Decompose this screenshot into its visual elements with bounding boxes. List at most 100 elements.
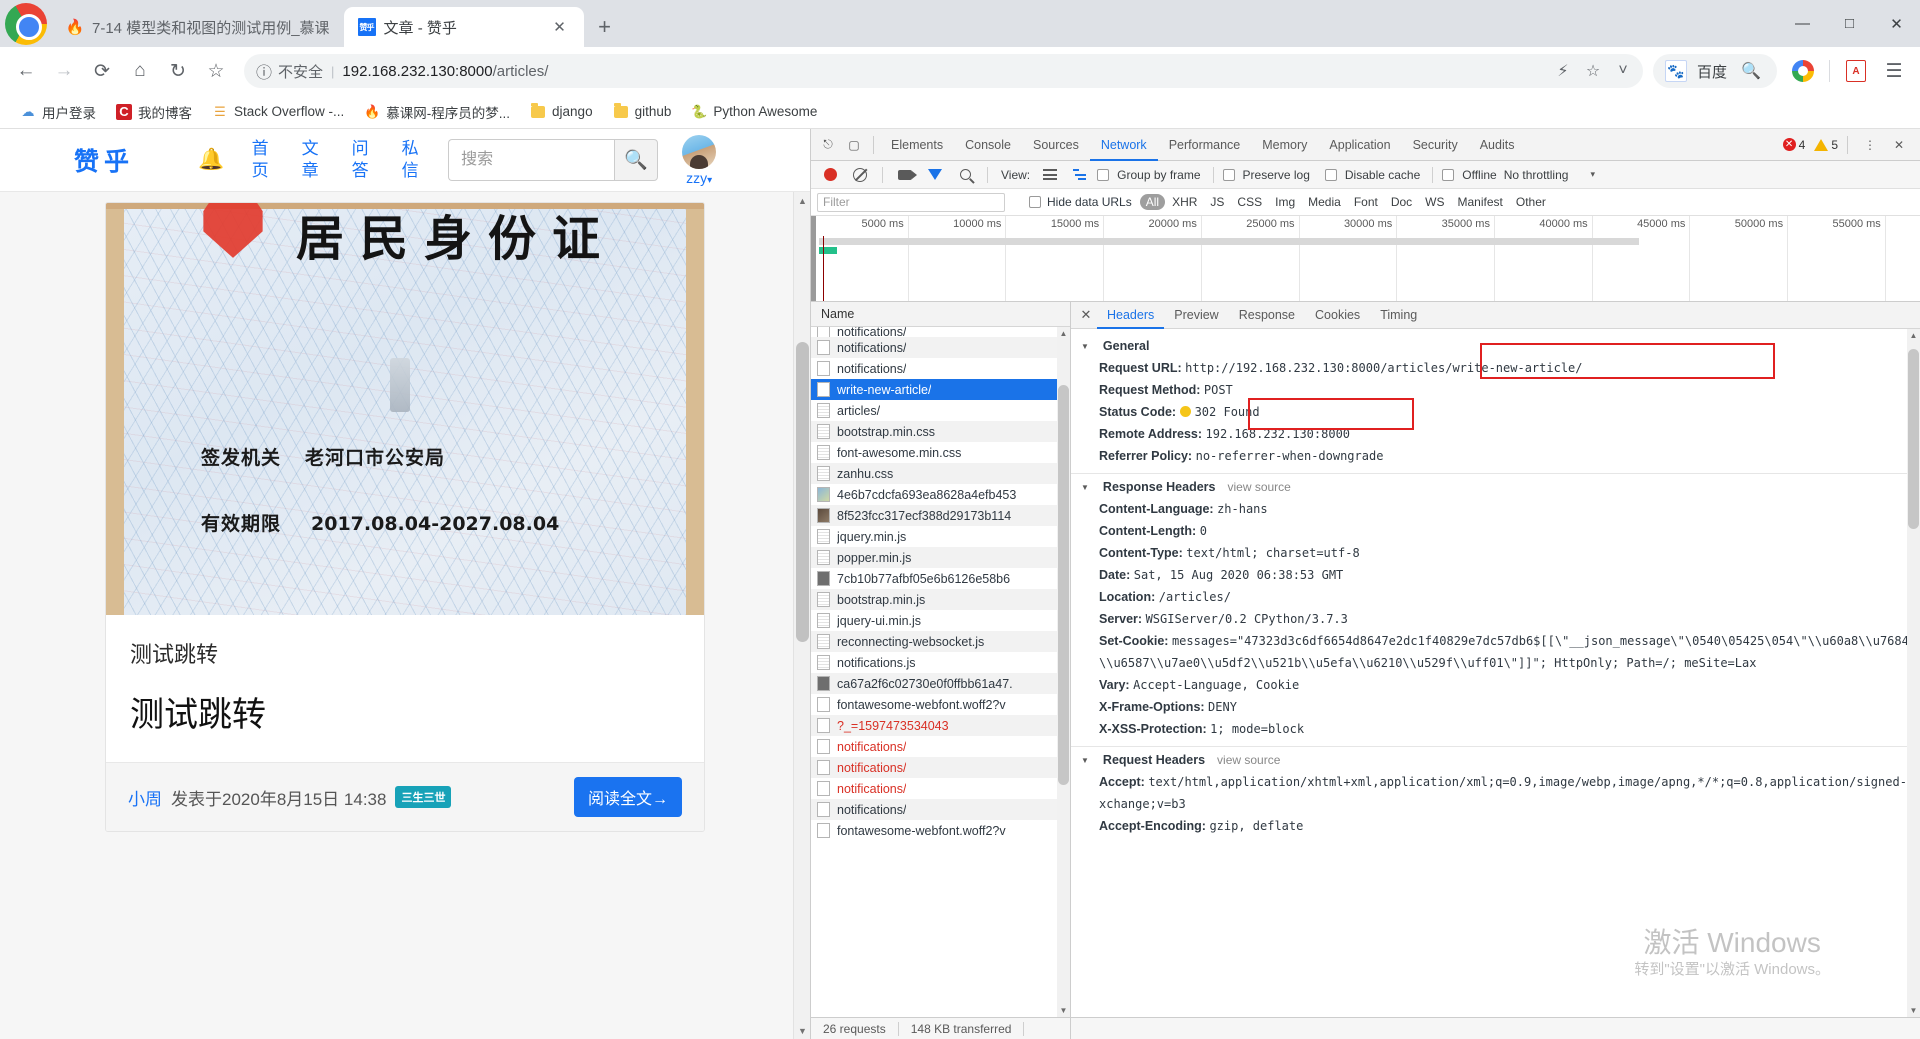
filter-type-ws[interactable]: WS <box>1419 194 1450 210</box>
request-headers-title[interactable]: ▼ Request Headers view source <box>1081 753 1920 767</box>
filter-type-css[interactable]: CSS <box>1231 194 1268 210</box>
request-list-body[interactable]: notifications/notifications/notification… <box>811 327 1070 1017</box>
profile-ring-icon[interactable] <box>1785 53 1821 89</box>
hide-data-urls-checkbox[interactable] <box>1029 196 1041 208</box>
read-more-button[interactable]: 阅读全文→ <box>573 777 682 817</box>
tab-sources[interactable]: Sources <box>1022 129 1090 161</box>
bookmark-item-2[interactable]: ☰ Stack Overflow -... <box>204 100 352 124</box>
clear-icon[interactable] <box>847 162 873 188</box>
request-row[interactable]: bootstrap.min.js <box>811 589 1070 610</box>
camera-icon[interactable] <box>892 162 918 188</box>
request-row[interactable]: 4e6b7cdcfa693ea8628a4efb453 <box>811 484 1070 505</box>
request-row[interactable]: notifications/ <box>811 736 1070 757</box>
browser-tab-1[interactable]: 赞乎 文章 - 赞乎 ✕ <box>343 7 584 47</box>
request-row[interactable]: notifications.js <box>811 652 1070 673</box>
request-row[interactable]: notifications/ <box>811 358 1070 379</box>
new-tab-button[interactable]: + <box>588 10 622 44</box>
view-source-link[interactable]: view source <box>1217 753 1280 767</box>
article-author[interactable]: 小周 <box>128 785 162 810</box>
detail-close-icon[interactable]: ✕ <box>1075 304 1097 326</box>
page-scrollbar[interactable]: ▲ ▼ <box>793 192 810 1039</box>
tab-security[interactable]: Security <box>1402 129 1469 161</box>
bookmark-star-icon[interactable]: ☆ <box>198 53 234 89</box>
device-toolbar-icon[interactable]: ▢ <box>841 132 867 158</box>
funnel-icon[interactable] <box>922 162 948 188</box>
request-row[interactable]: articles/ <box>811 400 1070 421</box>
close-icon[interactable]: ✕ <box>1886 132 1912 158</box>
request-row[interactable]: notifications/ <box>811 337 1070 358</box>
detail-tab-response[interactable]: Response <box>1229 302 1305 329</box>
scrollbar-thumb[interactable] <box>1058 385 1069 785</box>
kebab-menu-icon[interactable]: ⋮ <box>1857 132 1883 158</box>
request-row[interactable]: notifications/ <box>811 757 1070 778</box>
tab-network[interactable]: Network <box>1090 129 1158 161</box>
filter-input[interactable] <box>817 192 1005 212</box>
bookmark-item-4[interactable]: django <box>522 100 601 124</box>
scrollbar-thumb[interactable] <box>796 342 809 642</box>
detail-scrollbar[interactable]: ▲ ▼ <box>1907 329 1920 1017</box>
filter-type-font[interactable]: Font <box>1348 194 1384 210</box>
close-window-button[interactable]: ✕ <box>1873 0 1920 47</box>
network-overview[interactable]: 5000 ms 10000 ms 15000 ms 20000 ms 25000 ms 3… <box>811 216 1920 302</box>
disable-cache-checkbox[interactable] <box>1324 168 1337 181</box>
detail-tab-headers[interactable]: Headers <box>1097 302 1164 329</box>
request-row[interactable]: ca67a2f6c02730e0f0ffbb61a47. <box>811 673 1070 694</box>
forward-button[interactable]: → <box>46 53 82 89</box>
lightning-icon[interactable]: ⚡ <box>1549 57 1577 85</box>
warning-count-badge[interactable]: 5 <box>1814 138 1838 152</box>
search-input[interactable] <box>448 139 615 181</box>
filter-type-other[interactable]: Other <box>1510 194 1552 210</box>
site-brand[interactable]: 赞乎 <box>74 142 134 178</box>
bookmark-item-5[interactable]: github <box>605 100 680 124</box>
bookmark-item-6[interactable]: 🐍 Python Awesome <box>683 100 825 124</box>
scroll-down-icon[interactable]: ▼ <box>1057 1004 1070 1017</box>
request-row[interactable]: fontawesome-webfont.woff2?v <box>811 694 1070 715</box>
detail-tab-preview[interactable]: Preview <box>1164 302 1228 329</box>
record-icon[interactable] <box>817 162 843 188</box>
request-row[interactable]: notifications/ <box>811 799 1070 820</box>
response-headers-title[interactable]: ▼ Response Headers view source <box>1081 480 1920 494</box>
request-row[interactable]: jquery.min.js <box>811 526 1070 547</box>
browser-tab-0[interactable]: 🔥 7-14 模型类和视图的测试用例_慕课 <box>52 7 344 47</box>
scroll-down-icon[interactable]: ▼ <box>794 1022 810 1039</box>
bookmark-item-1[interactable]: C 我的博客 <box>108 98 200 126</box>
bell-icon[interactable]: 🔔 <box>198 148 224 172</box>
tab-elements[interactable]: Elements <box>880 129 954 161</box>
request-row[interactable]: write-new-article/ <box>811 379 1070 400</box>
tab-performance[interactable]: Performance <box>1158 129 1252 161</box>
filter-type-doc[interactable]: Doc <box>1385 194 1418 210</box>
detail-tab-cookies[interactable]: Cookies <box>1305 302 1370 329</box>
scroll-up-icon[interactable]: ▲ <box>1057 327 1070 340</box>
filter-type-all[interactable]: All <box>1139 194 1166 210</box>
detail-tab-timing[interactable]: Timing <box>1370 302 1427 329</box>
bookmark-item-0[interactable]: ☁ 用户登录 <box>12 98 104 126</box>
request-row[interactable]: 7cb10b77afbf05e6b6126e58b6 <box>811 568 1070 589</box>
offline-checkbox[interactable] <box>1442 168 1455 181</box>
pdf-icon[interactable]: A <box>1838 53 1874 89</box>
tab-audits[interactable]: Audits <box>1469 129 1526 161</box>
request-row[interactable]: fontawesome-webfont.woff2?v <box>811 820 1070 841</box>
nav-item-home[interactable]: 首页 <box>250 138 270 182</box>
request-row[interactable]: ?_=1597473534043 <box>811 715 1070 736</box>
scroll-up-icon[interactable]: ▲ <box>794 192 810 209</box>
nav-item-qa[interactable]: 问答 <box>350 138 370 182</box>
list-view-icon[interactable] <box>1037 162 1063 188</box>
hamburger-menu-icon[interactable]: ☰ <box>1876 53 1912 89</box>
search-button[interactable]: 🔍 <box>614 139 659 181</box>
group-by-frame-checkbox[interactable] <box>1097 168 1110 181</box>
preserve-log-checkbox[interactable] <box>1222 168 1235 181</box>
chevron-down-icon[interactable]: ˅ <box>1609 57 1637 85</box>
scroll-down-icon[interactable]: ▼ <box>1907 1004 1920 1017</box>
inspect-element-icon[interactable]: ⎋ <box>815 132 841 158</box>
tab-close-icon[interactable]: ✕ <box>550 17 570 37</box>
request-row[interactable]: notifications/ <box>811 778 1070 799</box>
view-source-link[interactable]: view source <box>1227 480 1290 494</box>
user-menu[interactable]: zzy▾ <box>682 134 717 186</box>
request-list-header[interactable]: Name <box>811 302 1070 327</box>
nav-item-articles[interactable]: 文章 <box>300 138 320 182</box>
request-row[interactable]: bootstrap.min.css <box>811 421 1070 442</box>
star-icon[interactable]: ☆ <box>1579 57 1607 85</box>
reload-icon[interactable]: ⟳ <box>84 53 120 89</box>
waterfall-view-icon[interactable] <box>1067 162 1093 188</box>
maximize-button[interactable]: □ <box>1826 0 1873 47</box>
